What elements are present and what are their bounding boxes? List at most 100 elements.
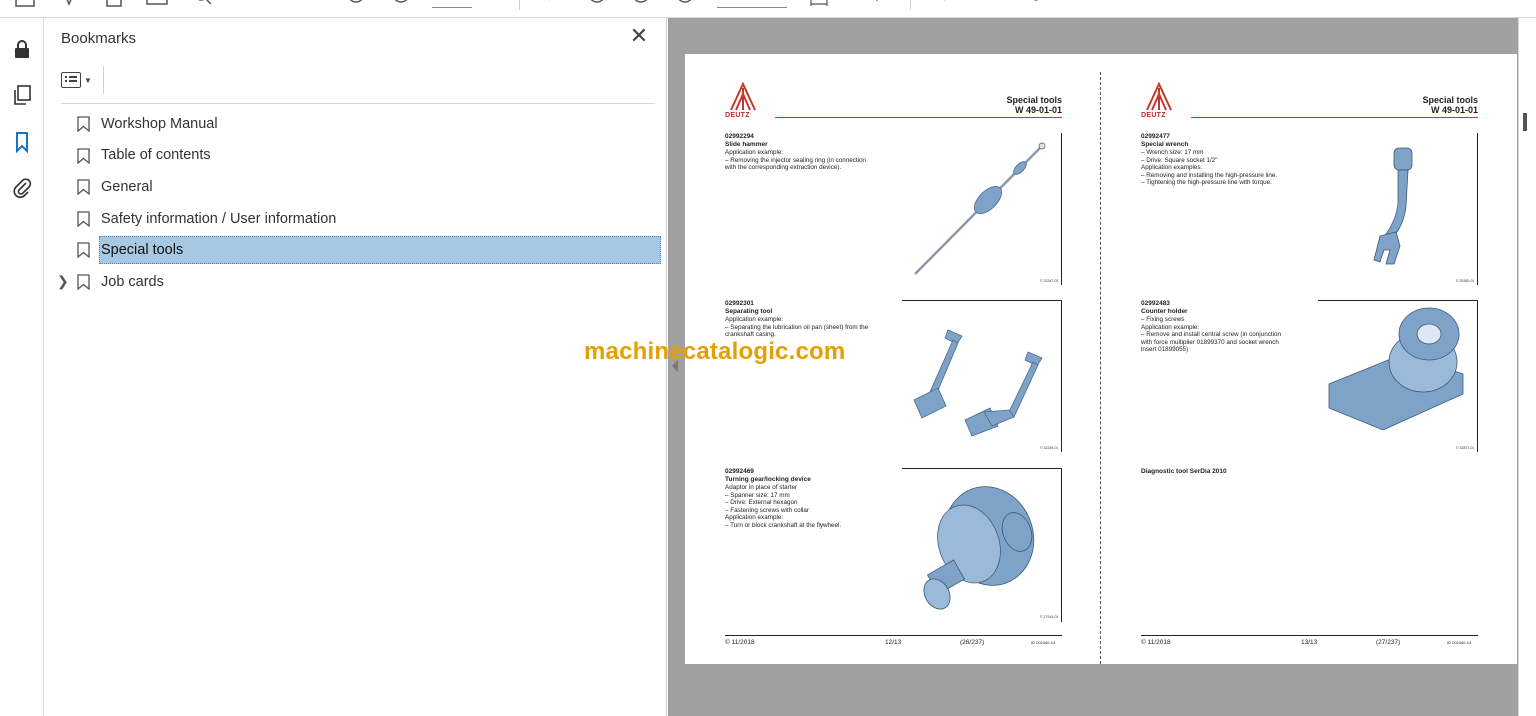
- toolbar-separator: [519, 0, 520, 10]
- bookmarks-icon[interactable]: [8, 128, 36, 156]
- figure-number: © 35180-01: [1456, 279, 1475, 283]
- bookmark-add-icon[interactable]: [58, 0, 80, 10]
- lock-icon[interactable]: [8, 35, 36, 63]
- slide-hammer-illustration: [914, 142, 1046, 275]
- footer-total: (26/237): [960, 639, 985, 646]
- viewer-background: [685, 664, 1517, 716]
- selection-highlight: [99, 236, 661, 265]
- bookmark-item-workshop-manual[interactable]: Workshop Manual: [45, 108, 667, 140]
- tool-name: Separating tool: [725, 308, 773, 315]
- brand-text: DEUTZ: [725, 112, 750, 119]
- bookmark-label: Table of contents: [101, 147, 211, 164]
- watermark-text: machinecatalogic.com: [584, 338, 846, 365]
- draw-icon[interactable]: [1066, 0, 1088, 10]
- bookmark-icon: [77, 274, 90, 290]
- section-border: [1477, 133, 1478, 285]
- tool-text-line: – Drive: Square socket 1/2": [1141, 156, 1218, 164]
- bookmark-item-job-cards[interactable]: ❯ Job cards: [45, 266, 667, 298]
- footer-page: 12/13: [885, 639, 902, 646]
- top-toolbar: [0, 0, 1536, 18]
- figure-number: © 32249-01: [1040, 446, 1059, 450]
- next-page-icon[interactable]: [390, 0, 412, 10]
- scroll-icon[interactable]: [866, 0, 888, 10]
- sign-icon[interactable]: [1020, 0, 1042, 10]
- tool-text-line: – Removing and installing the high-press…: [1141, 171, 1278, 179]
- zoom-level-input[interactable]: [717, 0, 787, 8]
- bookmark-label: Special tools: [101, 242, 184, 259]
- bookmark-icon: [77, 242, 90, 259]
- turning-gear-illustration: [923, 486, 1035, 610]
- footer-date: © 11/2018: [1141, 639, 1171, 646]
- bookmark-item-special-tools[interactable]: Special tools: [45, 234, 667, 266]
- panel-title: Bookmarks: [61, 30, 137, 47]
- section-border: [1061, 300, 1062, 452]
- scrollbar-thumb[interactable]: [1523, 113, 1527, 131]
- bookmark-item-safety-information[interactable]: Safety information / User information: [45, 203, 667, 235]
- bookmark-label: General: [101, 178, 153, 195]
- bookmark-label: Workshop Manual: [101, 115, 218, 132]
- bookmark-item-table-of-contents[interactable]: Table of contents: [45, 140, 667, 172]
- list-options-icon: [61, 72, 81, 88]
- section-border: [1061, 468, 1062, 622]
- section-border: [1477, 300, 1478, 452]
- page-header-code: W 49-01-01: [1430, 105, 1478, 115]
- figure-number: © 32247-03: [1040, 279, 1059, 283]
- page-header-title: Special tools: [1006, 95, 1062, 105]
- options-menu-button[interactable]: ▼: [61, 68, 101, 92]
- bookmark-item-general[interactable]: General: [45, 171, 667, 203]
- zoom-reset-icon[interactable]: [674, 0, 696, 10]
- bookmarks-panel: Bookmarks ✕ ▼ Workshop Manual Table of c…: [45, 18, 667, 716]
- vertical-scrollbar[interactable]: [1518, 18, 1536, 716]
- bookmark-icon: [77, 211, 90, 227]
- upload-icon[interactable]: [103, 0, 125, 10]
- part-number: 02992301: [725, 300, 754, 307]
- header-rule: [1191, 117, 1478, 118]
- highlight-icon[interactable]: [975, 0, 997, 10]
- tool-section: Diagnostic tool SerDia 2010: [1141, 468, 1481, 476]
- toolbar-separator: [910, 0, 911, 10]
- bookmark-icon: [77, 116, 90, 132]
- tool-section: 02992477 Special wrench – Wrench size: 1…: [1141, 133, 1481, 187]
- zoom-out-icon[interactable]: [586, 0, 608, 10]
- counter-holder-illustration: [1328, 307, 1464, 431]
- footer-rule: [725, 635, 1062, 636]
- bookmark-label: Safety information / User information: [101, 210, 337, 227]
- more-tools-icon[interactable]: [1155, 0, 1177, 10]
- figure-number: © 32877-01: [1456, 446, 1475, 450]
- search-icon[interactable]: [192, 0, 214, 10]
- tool-name: Special wrench: [1141, 141, 1189, 148]
- share-icon[interactable]: [1110, 0, 1132, 10]
- part-number: 02992477: [1141, 133, 1170, 140]
- bookmark-icon: [77, 147, 90, 164]
- bookmark-list: Workshop Manual Table of contents Genera…: [45, 108, 667, 298]
- attachments-icon[interactable]: [8, 174, 36, 202]
- divider: [61, 103, 655, 104]
- part-number: 02992294: [725, 133, 754, 140]
- toolbar-separator: [103, 66, 104, 94]
- chevron-down-icon: ▼: [84, 75, 92, 85]
- home-icon[interactable]: [14, 0, 36, 10]
- fit-width-icon[interactable]: [808, 0, 830, 10]
- tool-text-line: Application examples:: [1141, 164, 1203, 172]
- chevron-right-icon[interactable]: ❯: [57, 273, 69, 290]
- page-number-input[interactable]: [432, 0, 472, 8]
- page-divider: [1100, 72, 1101, 664]
- bookmark-label: Job cards: [101, 273, 164, 290]
- comment-icon[interactable]: [932, 0, 954, 10]
- print-icon[interactable]: [146, 0, 168, 10]
- section-border: [1061, 133, 1062, 285]
- footer-id: ID 002440-14: [1031, 640, 1056, 645]
- left-rail: [0, 18, 44, 716]
- tool-text-line: – Tightening the high-pressure line with…: [1141, 179, 1272, 187]
- tool-name: Diagnostic tool SerDia 2010: [1141, 468, 1227, 475]
- zoom-in-icon[interactable]: [630, 0, 652, 10]
- prev-page-icon[interactable]: [345, 0, 367, 10]
- header-rule: [775, 117, 1062, 118]
- pages-icon[interactable]: [8, 81, 36, 109]
- tool-text-line: – Wrench size: 17 mm: [1141, 149, 1204, 156]
- footer-rule: [1141, 635, 1478, 636]
- close-icon[interactable]: ✕: [628, 25, 650, 48]
- special-wrench-illustration: [1373, 147, 1413, 265]
- brand-text: DEUTZ: [1141, 112, 1166, 119]
- select-tool-icon[interactable]: [540, 0, 562, 10]
